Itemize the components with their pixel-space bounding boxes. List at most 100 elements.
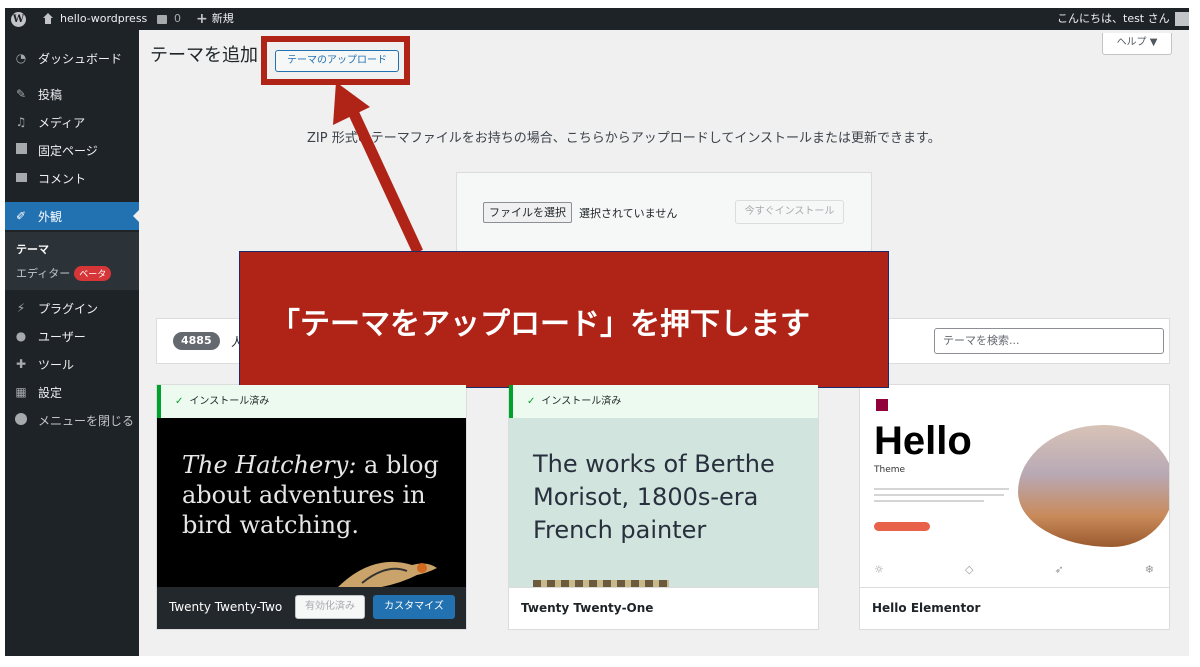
sidebar-item-tools[interactable]: ✚ ツール (5, 350, 139, 378)
admin-bar: W hello-wordpress 0 + 新規 こんにちは、test さん (5, 8, 1189, 30)
feature-icons-row: ☼ ◇ ➶ ❄ (874, 563, 1154, 576)
new-content-link[interactable]: + 新規 (196, 8, 234, 30)
sidebar-item-label: メニューを閉じる (38, 413, 135, 428)
check-icon: ✓ (527, 396, 536, 407)
callout-text: 「テーマをアップロード」を押下します (270, 307, 810, 342)
home-icon (42, 13, 54, 25)
theme-card-hello-elementor[interactable]: Hello Theme ☼ ◇ ➶ ❄ Hello Elementor (859, 384, 1170, 630)
installed-label: インストール済み (189, 396, 270, 407)
bulb-icon: ☼ (874, 563, 884, 576)
theme-name: Twenty Twenty-One (521, 601, 654, 615)
sidebar-item-label: プラグイン (38, 301, 99, 316)
user-icon: ● (15, 329, 27, 343)
theme-name: Hello Elementor (872, 601, 981, 615)
plus-icon: + (196, 11, 208, 27)
sidebar-item-plugins[interactable]: ⚡ プラグイン (5, 294, 139, 322)
theme-card-footer: Hello Elementor (860, 587, 1169, 629)
submenu-item-label: エディター (16, 267, 71, 280)
sidebar-item-label: 設定 (38, 385, 63, 400)
page-title: テーマを追加 (150, 45, 258, 66)
sidebar-item-label: 投稿 (38, 87, 63, 102)
admin-sidebar: ◔ ダッシュボード ✎ 投稿 ♫ メディア 固定ページ コメント ✐ 外観 テー… (5, 30, 139, 656)
collapse-icon (14, 413, 28, 427)
submenu-item-theme[interactable]: テーマ (16, 241, 49, 257)
comments-link[interactable]: 0 (157, 8, 181, 30)
upload-button-highlight (261, 36, 410, 85)
theme-card-twenty-twenty-one[interactable]: ✓ インストール済み The works of Berthe Morisot, 1… (508, 384, 819, 630)
installed-notice: ✓ インストール済み (509, 385, 818, 418)
help-button[interactable]: ヘルプ ▼ (1102, 33, 1172, 55)
install-now-button[interactable]: 今すぐインストール (735, 200, 844, 224)
sidebar-item-label: ユーザー (38, 329, 86, 344)
theme-name: Twenty Twenty-Two (169, 600, 283, 614)
activated-button: 有効化済み (295, 595, 365, 619)
theme-screenshot[interactable]: Hello Theme ☼ ◇ ➶ ❄ (860, 385, 1169, 589)
theme-screenshot[interactable]: The Hatchery: a blog about adventures in… (157, 418, 466, 591)
submenu-item-editor[interactable]: エディター ベータ (16, 265, 112, 281)
installed-label: インストール済み (541, 396, 622, 407)
sidebar-item-users[interactable]: ● ユーザー (5, 322, 139, 350)
sidebar-item-label: コメント (38, 171, 87, 186)
sidebar-item-label: ツール (38, 357, 75, 372)
pin-icon: ✎ (15, 87, 27, 101)
new-label: 新規 (211, 12, 234, 25)
sidebar-item-label: 固定ページ (38, 143, 98, 158)
sidebar-item-media[interactable]: ♫ メディア (5, 108, 139, 136)
wrench-icon: ✚ (15, 357, 27, 371)
theme-card-footer: Twenty Twenty-Two 有効化済み カスタマイズ (157, 587, 466, 629)
sidebar-item-collapse[interactable]: メニューを閉じる (5, 406, 139, 434)
site-name: hello-wordpress (60, 12, 148, 25)
sidebar-item-label: メディア (38, 115, 86, 130)
screenshot-text: The Hatchery: a blog about adventures in… (182, 450, 442, 540)
wp-logo-icon[interactable]: W (11, 8, 26, 30)
bird-illustration-icon (337, 561, 437, 591)
sidebar-item-dashboard[interactable]: ◔ ダッシュボード (5, 44, 139, 72)
sidebar-item-settings[interactable]: ▦ 設定 (5, 378, 139, 406)
appearance-icon: ✐ (15, 209, 27, 223)
greeting-text: こんにちは、test さん (1057, 12, 1170, 25)
sidebar-item-posts[interactable]: ✎ 投稿 (5, 80, 139, 108)
sidebar-item-comments[interactable]: コメント (5, 164, 139, 192)
send-icon: ➶ (1054, 563, 1064, 576)
appearance-submenu: テーマ エディター ベータ (5, 232, 139, 290)
screenshot-text: The works of Berthe Morisot, 1800s-era F… (533, 450, 775, 544)
site-name-link[interactable]: hello-wordpress (42, 8, 147, 30)
my-account-link[interactable]: こんにちは、test さん (1057, 8, 1189, 30)
snowflake-icon: ❄ (1144, 563, 1154, 576)
page-icon (14, 143, 28, 157)
placeholder-line (874, 500, 984, 502)
theme-card-twenty-twenty-two[interactable]: ✓ インストール済み The Hatchery: a blog about adv… (156, 384, 467, 630)
instruction-callout: 「テーマをアップロード」を押下します (239, 251, 889, 388)
settings-icon: ▦ (15, 385, 27, 399)
upload-form: ファイルを選択 選択されていません 今すぐインストール (456, 172, 872, 252)
installed-notice: ✓ インストール済み (157, 385, 466, 418)
theme-screenshot[interactable]: The works of Berthe Morisot, 1800s-era F… (509, 418, 818, 589)
theme-search-input[interactable]: テーマを検索... (934, 328, 1164, 354)
no-file-selected-text: 選択されていません (579, 207, 678, 220)
upload-description: ZIP 形式のテーマファイルをお持ちの場合、こちらからアップロードしてインストー… (307, 131, 941, 146)
placeholder-line (874, 494, 1004, 496)
media-icon: ♫ (15, 115, 27, 129)
screenshot-title: Hello (874, 419, 972, 463)
theme-card-footer: Twenty Twenty-One (509, 587, 818, 629)
diamond-icon: ◇ (964, 563, 974, 576)
sidebar-item-appearance[interactable]: ✐ 外観 (5, 202, 139, 230)
dashboard-icon: ◔ (15, 51, 27, 65)
comments-count: 0 (174, 12, 181, 25)
screenshot-italic-text: The Hatchery: (182, 451, 357, 479)
beta-badge: ベータ (74, 266, 112, 281)
avatar (1174, 12, 1189, 26)
comment-bubble-icon (157, 14, 167, 24)
theme-count-badge: 4885 (173, 332, 220, 350)
launch-project-pill (874, 522, 930, 531)
sidebar-item-pages[interactable]: 固定ページ (5, 136, 139, 164)
check-icon: ✓ (175, 396, 184, 407)
choose-file-button[interactable]: ファイルを選択 (483, 202, 572, 223)
elementor-logo-icon (876, 399, 888, 411)
screenshot-subtitle: Theme (874, 465, 906, 475)
plugin-icon: ⚡ (16, 301, 26, 315)
sidebar-item-label: ダッシュボード (38, 51, 123, 66)
placeholder-line (874, 488, 1009, 490)
customize-button[interactable]: カスタマイズ (373, 595, 455, 619)
cactus-photo (1018, 425, 1169, 547)
